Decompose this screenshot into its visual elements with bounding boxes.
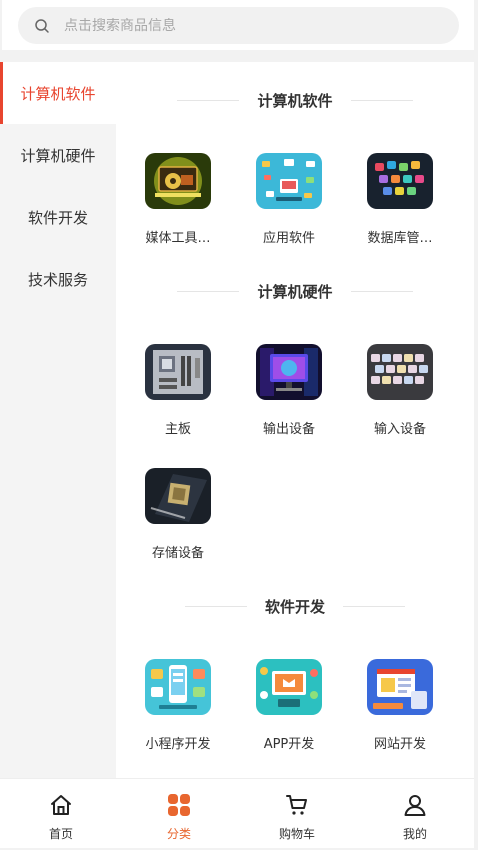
- category-item-label: 网站开发: [373, 737, 426, 752]
- bottom-tab-bar: 首页 分类 购物车 我的: [0, 778, 474, 848]
- cart-icon: [286, 795, 307, 815]
- mini-program-image: [145, 659, 211, 715]
- category-item-motherboard[interactable]: 主板: [128, 344, 228, 437]
- category-item-label: 小程序开发: [145, 737, 211, 752]
- tab-home[interactable]: 首页: [2, 779, 120, 849]
- category-item-label: APP开发: [263, 737, 315, 752]
- section-title-text: 软件开发: [264, 598, 325, 616]
- divider: [350, 291, 413, 292]
- category-item-label: 存储设备: [151, 546, 204, 561]
- category-item-label: 输入设备: [373, 422, 426, 437]
- website-dev-image: [367, 659, 433, 715]
- sidebar-item-label: 技术服务: [27, 270, 88, 289]
- tab-profile[interactable]: 我的: [356, 779, 474, 849]
- tab-cart[interactable]: 购物车: [238, 779, 356, 849]
- category-item-label: 数据库管…: [367, 231, 433, 246]
- keyboard-image: [367, 344, 433, 400]
- category-item-app-software[interactable]: 应用软件: [239, 153, 339, 246]
- divider: [177, 291, 240, 292]
- sidebar-item-software-development[interactable]: 软件开发: [0, 186, 116, 248]
- category-sidebar: 计算机软件 计算机硬件 软件开发 技术服务: [0, 62, 116, 778]
- motherboard-image: [145, 344, 211, 400]
- sidebar-item-tech-service[interactable]: 技术服务: [0, 248, 116, 310]
- divider: [177, 100, 240, 101]
- category-item-storage-device[interactable]: 存储设备: [128, 468, 228, 561]
- media-tools-image: [145, 153, 211, 209]
- tab-category[interactable]: 分类: [120, 779, 238, 849]
- category-item-label: 应用软件: [262, 231, 315, 246]
- category-item-database[interactable]: 数据库管…: [350, 153, 450, 246]
- category-content: 计算机软件 媒体工具… 应用软件 数据库管… 计算机硬件 主板 输出设备 输入设…: [116, 62, 474, 778]
- category-item-label: 主板: [164, 422, 191, 437]
- section-title: 计算机软件: [116, 90, 474, 111]
- app-dev-image: [256, 659, 322, 715]
- section-title-text: 计算机软件: [257, 92, 333, 110]
- category-item-mini-program[interactable]: 小程序开发: [128, 659, 228, 752]
- storage-chip-image: [145, 468, 211, 524]
- search-box[interactable]: [18, 7, 459, 44]
- home-icon: [51, 795, 71, 815]
- tab-label: 分类: [166, 827, 191, 841]
- tab-label: 购物车: [278, 827, 315, 841]
- category-icon: [168, 794, 190, 816]
- sidebar-item-label: 计算机硬件: [20, 146, 96, 165]
- sidebar-item-label: 软件开发: [27, 208, 88, 227]
- output-device-image: [256, 344, 322, 400]
- sidebar-item-label: 计算机软件: [20, 84, 96, 103]
- tab-label: 首页: [48, 827, 73, 841]
- section-title: 计算机硬件: [116, 281, 474, 302]
- user-icon: [404, 795, 426, 816]
- tab-label: 我的: [402, 827, 427, 841]
- section-title-text: 计算机硬件: [257, 283, 333, 301]
- category-item-app-development[interactable]: APP开发: [239, 659, 339, 752]
- section-title: 软件开发: [116, 596, 474, 617]
- category-item-label: 媒体工具…: [145, 231, 211, 246]
- database-image: [367, 153, 433, 209]
- category-item-label: 输出设备: [262, 422, 315, 437]
- category-item-input-device[interactable]: 输入设备: [350, 344, 450, 437]
- category-item-output-device[interactable]: 输出设备: [239, 344, 339, 437]
- search-input[interactable]: [64, 17, 424, 34]
- divider: [343, 606, 405, 607]
- app-software-image: [256, 153, 322, 209]
- sidebar-item-computer-hardware[interactable]: 计算机硬件: [0, 124, 116, 186]
- search-bar: [2, 0, 474, 50]
- category-item-website-development[interactable]: 网站开发: [350, 659, 450, 752]
- search-icon: [35, 18, 49, 33]
- divider: [184, 606, 247, 607]
- divider: [350, 100, 413, 101]
- category-item-media-tools[interactable]: 媒体工具…: [128, 153, 228, 246]
- sidebar-item-computer-software[interactable]: 计算机软件: [0, 62, 116, 124]
